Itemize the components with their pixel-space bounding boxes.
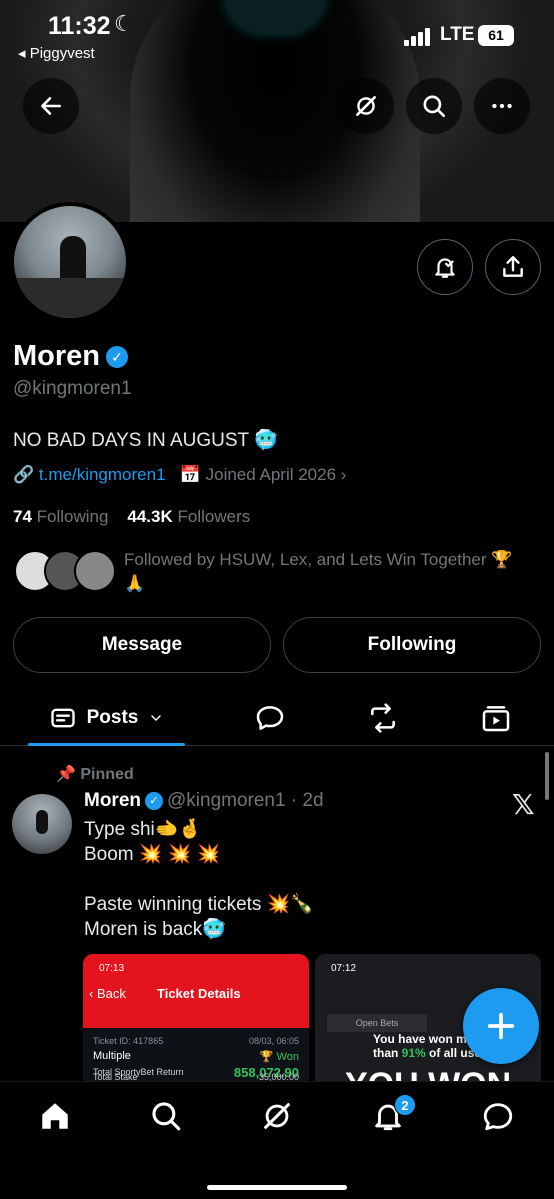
profile-name: Moren ✓ (13, 340, 128, 373)
tab-posts[interactable]: Posts (28, 690, 185, 746)
signal-icon (404, 28, 434, 46)
follow-counts: 74 Following 44.3K Followers (13, 507, 250, 527)
grok-icon[interactable] (260, 1099, 294, 1133)
posts-icon (50, 708, 75, 728)
profile-link[interactable]: t.me/kingmoren1 (39, 465, 166, 484)
back-button[interactable] (23, 78, 79, 134)
bell-check-icon (435, 258, 455, 278)
search-icon (423, 95, 446, 118)
tab-media-icon[interactable] (480, 702, 512, 734)
plus-icon (487, 1012, 515, 1040)
media-time: 07:12 (331, 963, 357, 974)
share-button[interactable] (485, 239, 541, 295)
following-count-link[interactable]: 74 Following (13, 507, 108, 526)
scrollbar[interactable] (545, 752, 549, 800)
tab-replies-icon[interactable] (254, 702, 286, 734)
profile-bio: NO BAD DAYS IN AUGUST 🥶 (13, 430, 278, 451)
media-back: ‹ Back (89, 986, 126, 1001)
more-dots-icon (492, 103, 512, 109)
profile-meta: 🔗 t.me/kingmoren1 📅 Joined April 2026 › (13, 465, 346, 485)
chevron-down-icon (151, 715, 162, 722)
search-button[interactable] (406, 78, 462, 134)
more-button[interactable] (474, 78, 530, 134)
tab-active-indicator (28, 743, 185, 746)
moon-icon: ☾ (114, 11, 134, 36)
share-icon (503, 256, 523, 277)
post-handle-time: @kingmoren1 · 2d (167, 790, 324, 811)
pinned-label: 📌 Pinned (56, 766, 134, 783)
follower-avatar (74, 550, 116, 592)
link-icon: 🔗 (13, 465, 35, 484)
following-button[interactable]: Following (283, 617, 541, 673)
notification-subscribe-button[interactable] (417, 239, 473, 295)
profile-tabs: Posts (0, 690, 554, 746)
verified-badge-icon[interactable]: ✓ (106, 346, 128, 368)
joined-date[interactable]: Joined April 2026 (206, 465, 336, 484)
grok-button[interactable] (338, 78, 394, 134)
notification-count-badge: 2 (394, 1094, 416, 1116)
network-type: LTE (440, 24, 475, 45)
back-arrow-icon (41, 97, 61, 115)
messages-icon[interactable] (481, 1099, 515, 1133)
battery-icon: 61 (478, 25, 514, 46)
calendar-icon: 📅 (179, 465, 201, 484)
tab-posts-label: Posts (86, 707, 139, 728)
home-icon[interactable] (38, 1099, 72, 1133)
verified-badge-icon: ✓ (145, 792, 163, 810)
back-to-app-link[interactable]: ◂ Piggyvest (18, 44, 95, 62)
compose-post-button[interactable] (463, 988, 539, 1064)
search-icon[interactable] (149, 1099, 183, 1133)
media-title: Ticket Details (157, 986, 241, 1001)
x-logo-icon: 𝕏 (512, 789, 535, 820)
grok-icon (356, 96, 376, 116)
status-time: 11:32 (48, 12, 111, 40)
media-time: 07:13 (99, 963, 125, 974)
tab-reposts-icon[interactable] (367, 702, 399, 734)
pin-icon: 📌 (56, 766, 76, 783)
post-avatar[interactable] (12, 794, 72, 854)
post-header: Moren ✓ @kingmoren1 · 2d (84, 790, 324, 812)
chevron-right-icon[interactable]: › (341, 465, 347, 484)
followers-count-link[interactable]: 44.3K Followers (127, 507, 250, 526)
followed-by-text: Followed by HSUW, Lex, and Lets Win Toge… (124, 550, 513, 593)
message-button[interactable]: Message (13, 617, 271, 673)
post-author-name[interactable]: Moren (84, 790, 141, 811)
profile-handle: @kingmoren1 (13, 378, 132, 399)
status-bar: 11:32 ☾ ◂ Piggyvest LTE 61 (0, 0, 554, 70)
followed-by[interactable]: Followed by HSUW, Lex, and Lets Win Toge… (14, 548, 534, 598)
bottom-nav: 2 (0, 1081, 554, 1199)
profile-avatar[interactable] (10, 202, 130, 322)
home-indicator[interactable] (207, 1185, 347, 1190)
post-text: Type shi🫲🤞 Boom 💥 💥 💥 Paste winning tick… (84, 819, 315, 940)
post-media-ticket[interactable]: 07:13 ‹ Back Ticket Details Ticket ID: 4… (83, 954, 309, 1081)
